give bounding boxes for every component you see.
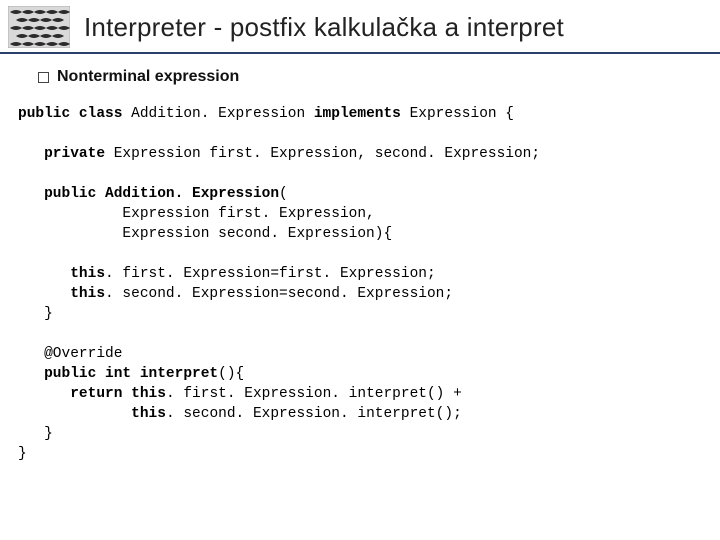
code-line: private bbox=[18, 146, 105, 162]
slide-title: Interpreter - postfix kalkulačka a inter… bbox=[84, 12, 564, 43]
code-line: } bbox=[18, 426, 53, 442]
code-line: Expression first. Expression, second. Ex… bbox=[105, 146, 540, 162]
code-line: (){ bbox=[218, 366, 244, 382]
code-line: } bbox=[18, 446, 27, 462]
code-line: return this bbox=[18, 386, 166, 402]
code-line: Expression first. Expression, bbox=[18, 206, 375, 222]
subheading-text: Nonterminal expression bbox=[57, 68, 239, 86]
slide-header: Interpreter - postfix kalkulačka a inter… bbox=[0, 0, 720, 54]
code-line: . first. Expression=first. Expression; bbox=[105, 266, 436, 282]
code-line: public Addition. Expression bbox=[18, 186, 279, 202]
code-line: implements bbox=[314, 106, 401, 122]
code-line: } bbox=[18, 306, 53, 322]
code-line: . second. Expression. interpret(); bbox=[166, 406, 462, 422]
code-line: public class bbox=[18, 106, 122, 122]
code-line: Addition. Expression bbox=[122, 106, 313, 122]
code-line: this bbox=[18, 406, 166, 422]
code-line: ( bbox=[279, 186, 288, 202]
subheading-row: Nonterminal expression bbox=[38, 68, 720, 86]
code-line: . second. Expression=second. Expression; bbox=[105, 286, 453, 302]
escher-logo bbox=[8, 6, 70, 48]
code-line: this bbox=[18, 266, 105, 282]
code-line: . first. Expression. interpret() + bbox=[166, 386, 462, 402]
code-line: public int interpret bbox=[18, 366, 218, 382]
square-bullet-icon bbox=[38, 72, 49, 83]
code-block: public class Addition. Expression implem… bbox=[18, 104, 720, 464]
code-line: @Override bbox=[18, 346, 122, 362]
code-line: this bbox=[18, 286, 105, 302]
code-line: Expression { bbox=[401, 106, 514, 122]
code-line: Expression second. Expression){ bbox=[18, 226, 392, 242]
